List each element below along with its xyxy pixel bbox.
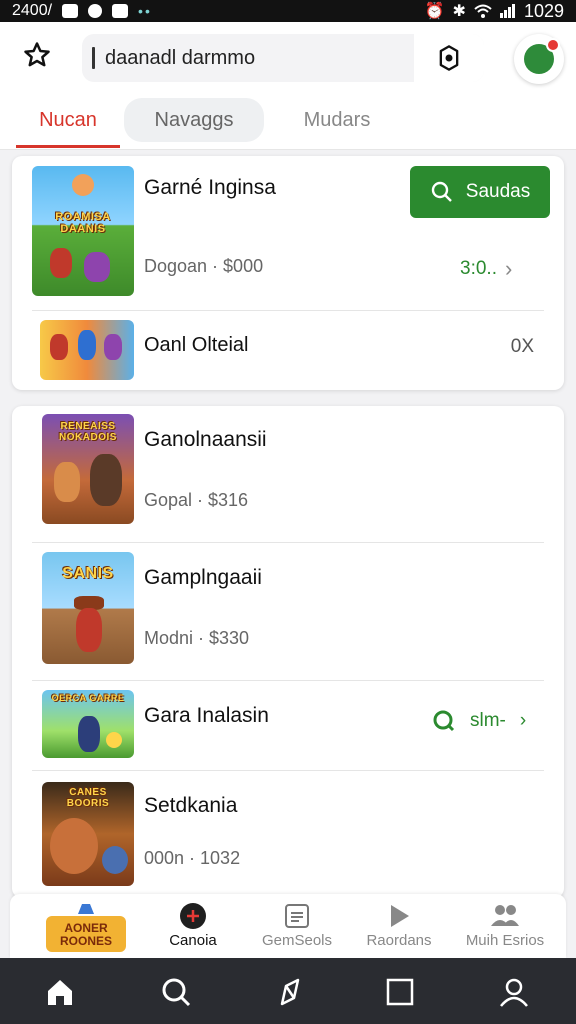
- game-thumbnail[interactable]: CANES BOORIS: [42, 782, 134, 886]
- category-gemseols[interactable]: GemSeols: [242, 900, 352, 956]
- game-thumbnail[interactable]: RENEAISS NOKADOIS: [42, 414, 134, 524]
- tab-nucan[interactable]: Nucan: [16, 96, 120, 148]
- explore-button[interactable]: [270, 972, 310, 1012]
- category-canoia[interactable]: Canoia: [138, 900, 248, 956]
- game-title: Gara Inalasin: [144, 704, 269, 727]
- category-label: GemSeols: [261, 932, 333, 949]
- sub-item-title: Oanl Olteial: [144, 334, 249, 356]
- square-icon: [386, 978, 414, 1006]
- thumbnail-title: CANES BOORIS: [66, 787, 110, 809]
- compass-icon: [280, 978, 300, 1006]
- bluetooth-icon: ✱: [452, 3, 466, 20]
- game-thumbnail[interactable]: ROAMISA DAANIS: [32, 166, 134, 296]
- price-link-text: 3:0..: [460, 258, 497, 279]
- list-item[interactable]: CANES BOORIS Setdkania 000n · 1032: [12, 772, 564, 894]
- star-icon[interactable]: [22, 40, 52, 70]
- category-bar: AONER ROONES Canoia GemSeols Raordans Mu…: [10, 894, 566, 958]
- system-navigation-bar: [0, 958, 576, 1024]
- more-notifications-icon: ••: [138, 3, 152, 19]
- thumbnail-title: OERCA GARRE: [51, 693, 125, 703]
- wifi-icon: [474, 4, 492, 18]
- sub-item-size: 0X: [510, 336, 534, 357]
- thumbnail-title: ROAMISA DAANIS: [55, 211, 111, 235]
- document-icon: [285, 904, 309, 928]
- tab-mudars[interactable]: Mudars: [290, 96, 384, 144]
- recents-button[interactable]: [380, 972, 420, 1012]
- game-title: Setdkania: [144, 794, 238, 817]
- text-cursor: [92, 47, 95, 69]
- price-chip-button[interactable]: slm- ›: [416, 696, 564, 746]
- play-icon: [391, 905, 409, 927]
- home-icon: [48, 980, 72, 1005]
- price-chip-text: slm-: [470, 710, 506, 731]
- game-subtitle: Modni · $330: [144, 628, 250, 648]
- status-bar: 2400/ •• ⏰ ✱ 1029: [0, 0, 576, 22]
- chevron-right-icon: ›: [519, 710, 527, 731]
- divider: [32, 680, 544, 681]
- search-icon: [162, 978, 191, 1007]
- game-subtitle: 000n · 1032: [144, 848, 241, 868]
- divider: [32, 542, 544, 543]
- alarm-icon: ⏰: [424, 3, 445, 20]
- featured-title: Garné Inginsa: [144, 176, 276, 199]
- camera-search-button[interactable]: [414, 34, 484, 82]
- category-raordans[interactable]: Raordans: [344, 900, 454, 956]
- search-input[interactable]: daanadl darmmo: [105, 47, 255, 70]
- user-icon: [500, 978, 528, 1007]
- sub-item-row[interactable]: Oanl Olteial 0X: [12, 314, 564, 388]
- list-item[interactable]: SANIS Gamplngaaii Modni · $330: [12, 544, 564, 674]
- app-logo[interactable]: AONER ROONES: [44, 902, 128, 954]
- game-title: Gamplngaaii: [144, 566, 262, 589]
- camera-icon: [439, 45, 459, 71]
- profile-nav-button[interactable]: [494, 972, 534, 1012]
- game-list-card: RENEAISS NOKADOIS Ganolnaansii Gopal · $…: [12, 406, 564, 898]
- app-logo-text: AONER ROONES: [59, 921, 112, 948]
- divider: [32, 770, 544, 771]
- app-icon: [112, 4, 129, 18]
- signal-icon: [499, 4, 515, 18]
- thumbnail-title: RENEAISS NOKADOIS: [59, 421, 117, 443]
- sub-item-thumbnail[interactable]: [40, 320, 134, 380]
- search-icon: [433, 710, 455, 732]
- list-item[interactable]: RENEAISS NOKADOIS Ganolnaansii Gopal · $…: [12, 406, 564, 534]
- people-icon: [491, 905, 519, 926]
- featured-card: ROAMISA DAANIS Garné Inginsa Dogoan · $0…: [12, 156, 564, 390]
- profile-avatar[interactable]: [514, 34, 564, 84]
- thumbnail-title: SANIS: [62, 565, 114, 582]
- home-button[interactable]: [40, 972, 80, 1012]
- divider: [32, 310, 544, 311]
- category-muih-esrios[interactable]: Muih Esrios: [450, 900, 560, 956]
- game-thumbnail[interactable]: OERCA GARRE: [42, 690, 134, 758]
- category-label: Raordans: [366, 932, 432, 949]
- notification-icon: [88, 4, 103, 18]
- notification-dot: [546, 38, 560, 52]
- tab-navaggs[interactable]: Navaggs: [124, 98, 264, 142]
- status-text: 2400/: [12, 2, 53, 19]
- game-title: Ganolnaansii: [144, 428, 267, 451]
- category-label: Canoia: [169, 932, 217, 949]
- top-bar: daanadl darmmo: [0, 22, 576, 96]
- tab-bar: Nucan Navaggs Mudars: [0, 96, 576, 150]
- saudas-button[interactable]: Saudas: [410, 166, 550, 218]
- saudas-label: Saudas: [465, 181, 531, 202]
- clock: 1029: [523, 0, 564, 21]
- gallery-icon: [62, 4, 79, 18]
- search-bar[interactable]: daanadl darmmo: [82, 34, 484, 82]
- game-subtitle: Gopal · $316: [144, 490, 249, 510]
- avatar-image: [524, 38, 560, 74]
- featured-subtitle: Dogoan · $000: [144, 256, 264, 276]
- game-thumbnail[interactable]: SANIS: [42, 552, 134, 664]
- category-label: Muih Esrios: [465, 932, 545, 949]
- plus-circle-icon: [180, 903, 206, 929]
- chevron-right-icon: ›: [504, 256, 513, 281]
- featured-row[interactable]: ROAMISA DAANIS Garné Inginsa Dogoan · $0…: [12, 156, 564, 308]
- search-icon: [431, 181, 452, 202]
- search-nav-button[interactable]: [156, 972, 196, 1012]
- price-link[interactable]: 3:0.. ›: [460, 256, 512, 282]
